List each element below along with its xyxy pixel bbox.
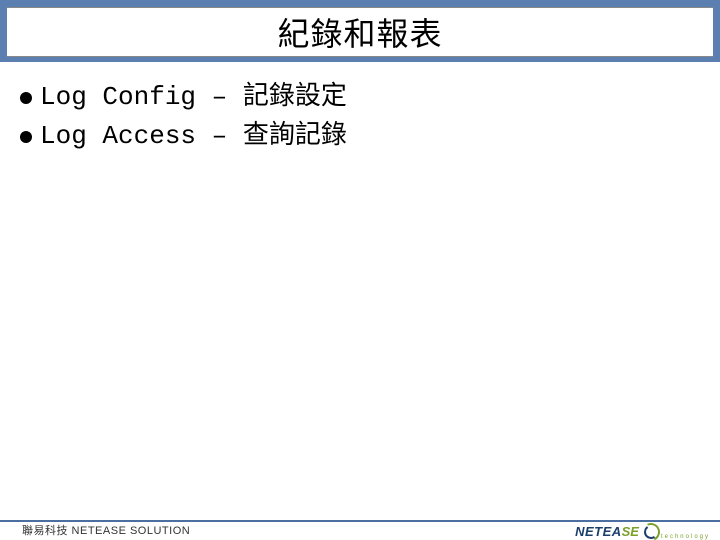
footer-logo: NETEASE technology — [575, 520, 710, 540]
logo-swoosh-icon — [641, 522, 659, 540]
bullet-icon — [20, 92, 32, 104]
logo-text-main: NETEA — [575, 524, 622, 539]
logo-text-accent: SE — [622, 524, 639, 539]
bullet-text: Log Access – 查詢記錄 — [40, 119, 347, 154]
slide-title: 紀錄和報表 — [277, 9, 442, 55]
bullet-icon — [20, 131, 32, 143]
title-inner: 紀錄和報表 — [7, 7, 713, 57]
bullet-text: Log Config – 記錄設定 — [40, 80, 347, 115]
title-band: 紀錄和報表 — [0, 0, 720, 62]
slide: 紀錄和報表 Log Config – 記錄設定 Log Access – 查詢記… — [0, 0, 720, 540]
list-item: Log Access – 查詢記錄 — [20, 119, 700, 154]
body-content: Log Config – 記錄設定 Log Access – 查詢記錄 — [20, 80, 700, 158]
list-item: Log Config – 記錄設定 — [20, 80, 700, 115]
footer-text: 聯易科技 NETEASE SOLUTION — [22, 522, 190, 538]
logo-subtext: technology — [661, 534, 710, 540]
